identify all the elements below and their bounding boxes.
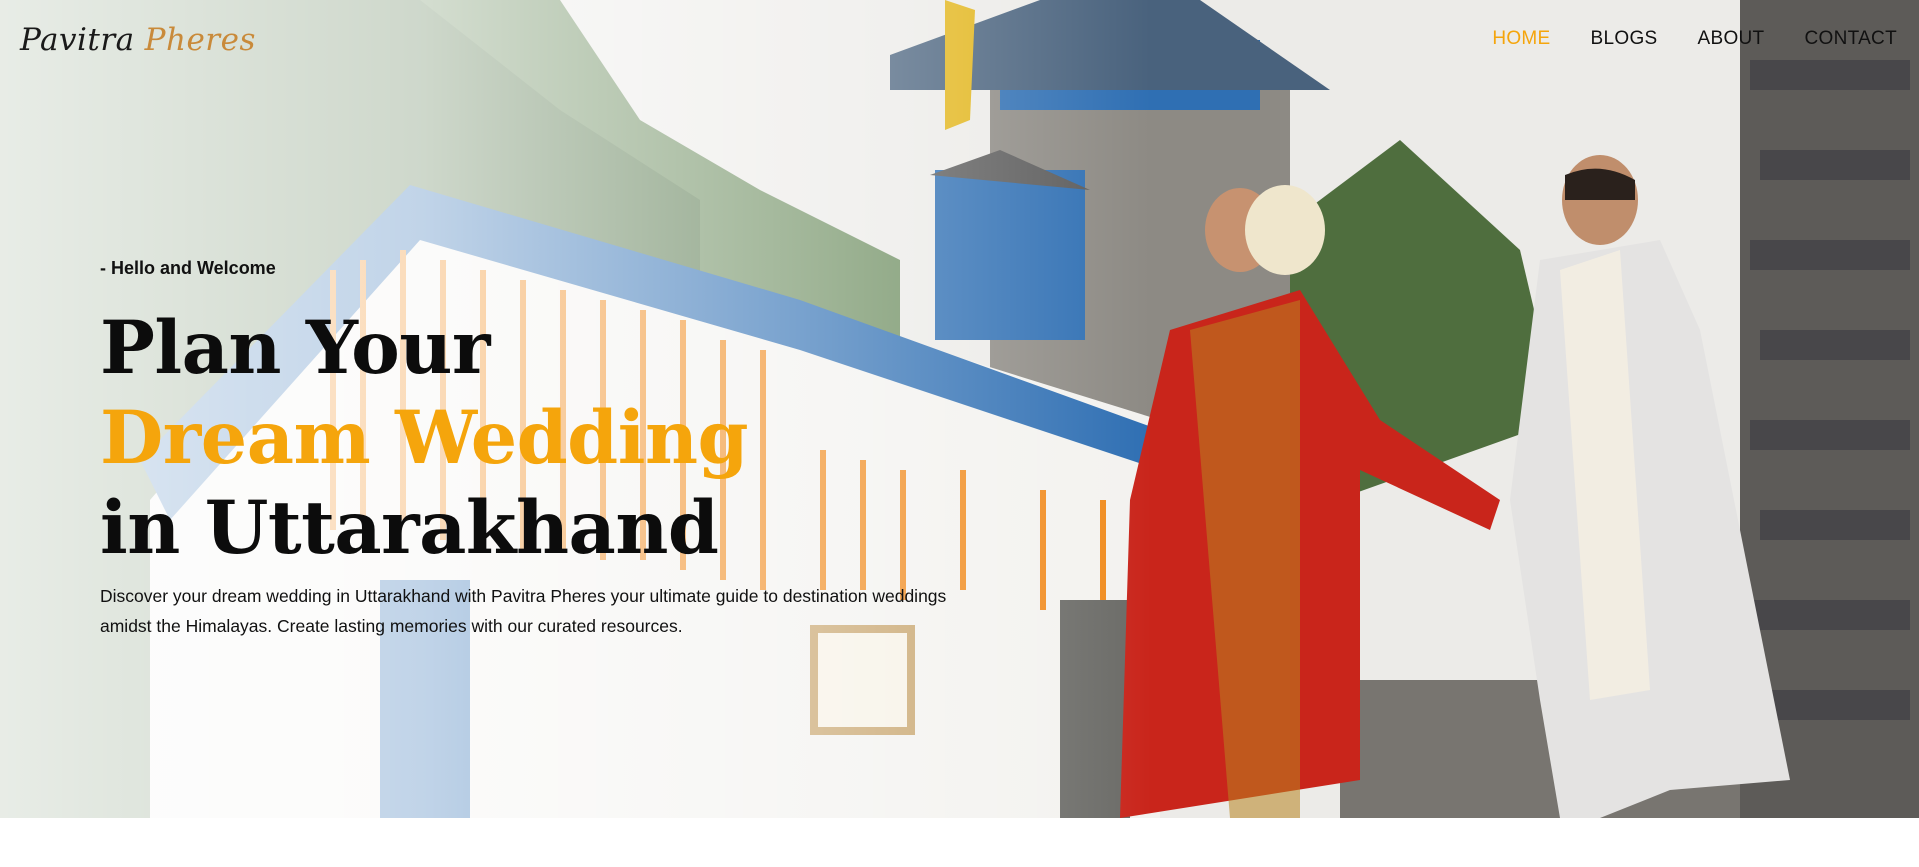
nav-item-contact[interactable]: CONTACT bbox=[1804, 28, 1897, 50]
logo-text-part1: Pavitra bbox=[20, 22, 135, 58]
site-logo[interactable]: Pavitra Pheres bbox=[20, 22, 256, 62]
hero-title-line-3: in Uttarakhand bbox=[100, 485, 719, 571]
hero-description: Discover your dream wedding in Uttarakha… bbox=[100, 586, 947, 636]
nav-item-blogs[interactable]: BLOGS bbox=[1591, 28, 1658, 50]
logo-text-part2: Pheres bbox=[144, 22, 256, 58]
nav-item-home[interactable]: HOME bbox=[1492, 28, 1550, 50]
nav-item-about[interactable]: ABOUT bbox=[1698, 28, 1765, 50]
hero-text-block: - Hello and Welcome Plan Your Dream Wedd… bbox=[100, 258, 980, 641]
hero-welcome: - Hello and Welcome bbox=[100, 258, 276, 278]
hero-title-line-2: Dream Wedding bbox=[100, 395, 749, 481]
hero-title-line-1: Plan Your bbox=[100, 305, 490, 391]
main-navigation: HOME BLOGS ABOUT CONTACT bbox=[1452, 28, 1897, 50]
page-below-hero bbox=[0, 818, 1919, 867]
